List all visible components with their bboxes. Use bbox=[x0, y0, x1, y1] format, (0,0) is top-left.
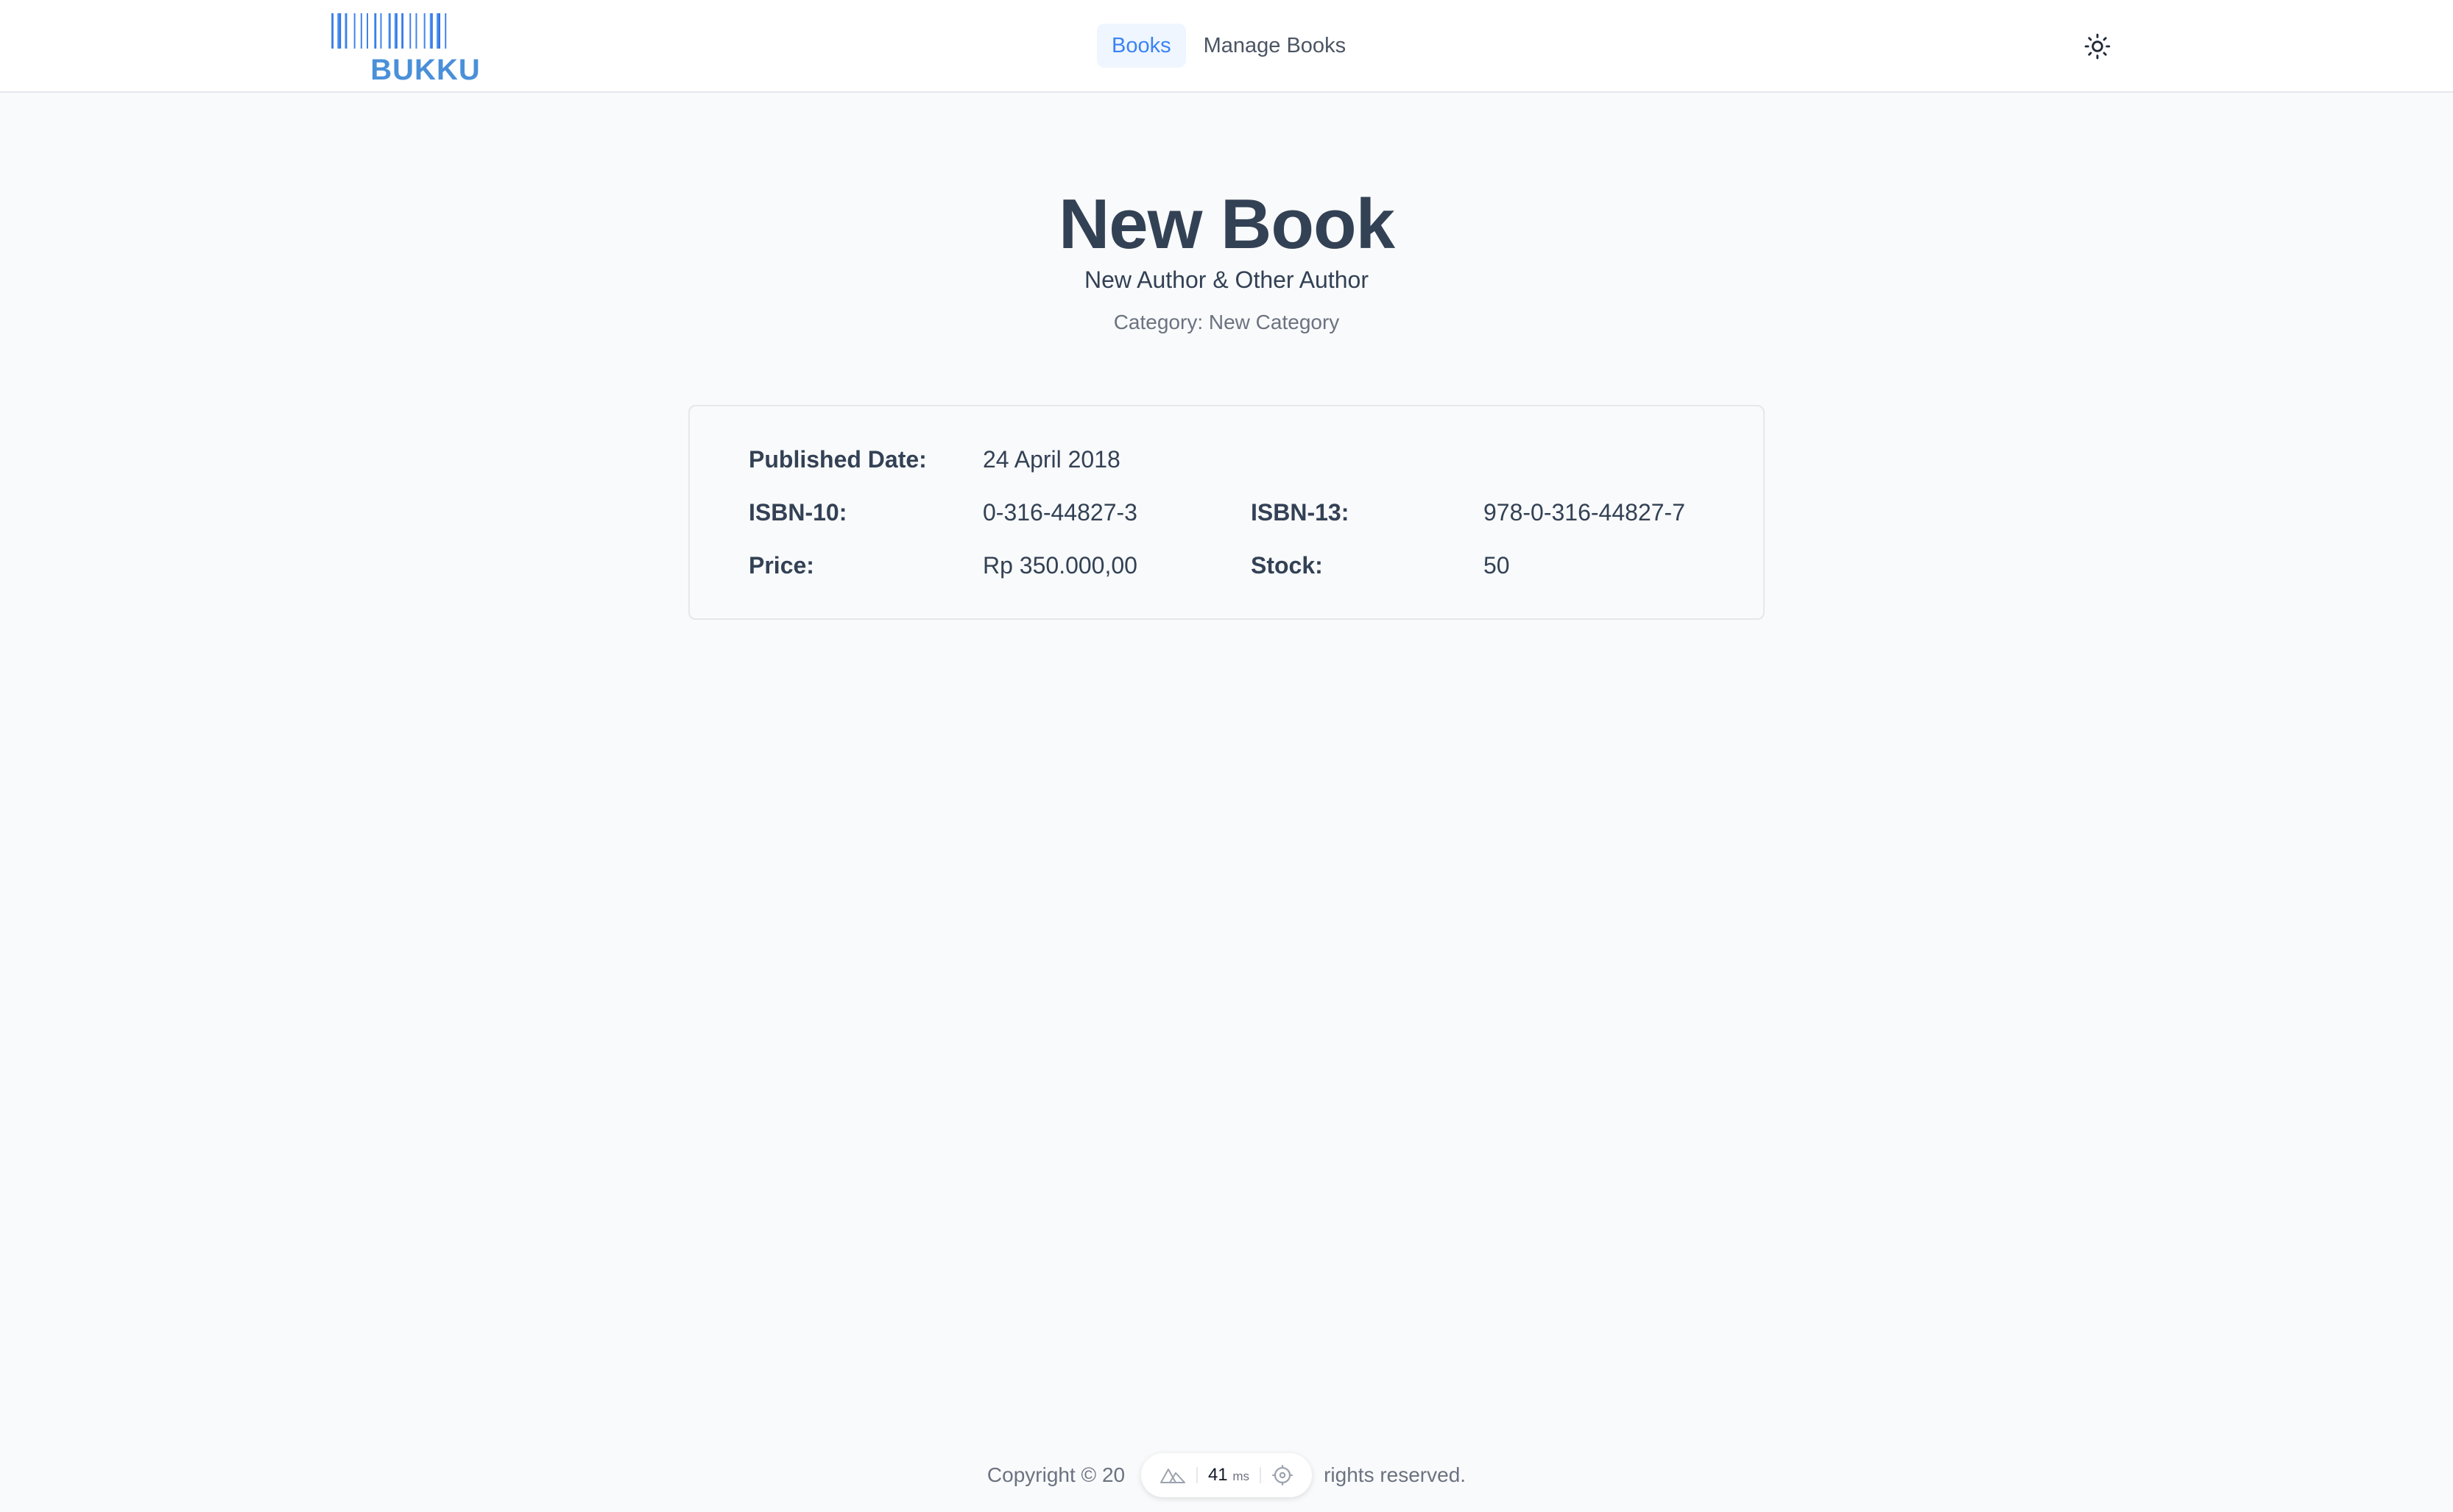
nav-link-books[interactable]: Books bbox=[1097, 24, 1186, 68]
barcode-bar bbox=[429, 13, 433, 49]
brand-name: BUKKU bbox=[370, 54, 480, 84]
price-value: Rp 350.000,00 bbox=[983, 552, 1137, 579]
book-details-card: Published Date: 24 April 2018 ISBN-10: 0… bbox=[688, 405, 1765, 620]
dev-toolbar-divider bbox=[1259, 1467, 1261, 1483]
stock-value: 50 bbox=[1483, 552, 1510, 579]
detail-row-isbn: ISBN-10: 0-316-44827-3 ISBN-13: 978-0-31… bbox=[690, 496, 1763, 529]
crosshair-icon[interactable] bbox=[1271, 1464, 1293, 1486]
barcode-bar bbox=[409, 13, 412, 49]
barcode-bar bbox=[331, 13, 333, 49]
barcode-bar bbox=[394, 13, 398, 49]
book-header: New Book New Author & Other Author Categ… bbox=[0, 184, 2453, 336]
sun-icon bbox=[2084, 33, 2111, 60]
barcode-bar bbox=[415, 13, 417, 49]
published-date-label: Published Date: bbox=[749, 446, 927, 473]
barcode-bar bbox=[401, 13, 403, 49]
detail-row-published: Published Date: 24 April 2018 bbox=[690, 443, 1763, 476]
footer-copyright-end: rights reserved. bbox=[1324, 1463, 1466, 1486]
theme-toggle-button[interactable] bbox=[2080, 29, 2114, 63]
stock-label: Stock: bbox=[1251, 552, 1323, 579]
barcode-bar bbox=[367, 13, 368, 49]
nav-link-manage-books[interactable]: Manage Books bbox=[1189, 24, 1360, 68]
main-nav: Books Manage Books bbox=[1097, 24, 1360, 68]
detail-row-price-stock: Price: Rp 350.000,00 Stock: 50 bbox=[690, 549, 1763, 582]
published-date-value: 24 April 2018 bbox=[983, 446, 1120, 473]
isbn10-value: 0-316-44827-3 bbox=[983, 499, 1137, 526]
barcode-bar bbox=[345, 13, 347, 49]
footer-copyright-start: Copyright © 20 bbox=[987, 1463, 1126, 1486]
barcode-logo-icon: BUKKU bbox=[331, 13, 480, 86]
barcode-bar bbox=[380, 13, 382, 49]
barcode-bar bbox=[374, 13, 377, 49]
barcode-bar bbox=[445, 13, 447, 49]
render-time: 41 ms bbox=[1207, 1465, 1249, 1485]
dev-toolbar-divider bbox=[1196, 1467, 1198, 1483]
isbn13-label: ISBN-13: bbox=[1251, 499, 1349, 526]
book-category: Category: New Category bbox=[1113, 311, 1340, 333]
book-authors: New Author & Other Author bbox=[1084, 266, 1369, 293]
barcode-bar bbox=[423, 13, 426, 49]
bukku-logo[interactable]: BUKKU bbox=[330, 10, 521, 86]
price-label: Price: bbox=[749, 552, 814, 579]
isbn13-value: 978-0-316-44827-7 bbox=[1483, 499, 1685, 526]
dev-toolbar[interactable]: 41 ms bbox=[1141, 1453, 1312, 1497]
barcode-bar bbox=[337, 13, 342, 49]
top-navbar: BUKKU Books Manage Books bbox=[0, 0, 2453, 93]
barcode-bar bbox=[437, 13, 440, 49]
barcode-bar bbox=[360, 13, 362, 49]
barcode-bar bbox=[388, 13, 391, 49]
book-title: New Book bbox=[1058, 185, 1395, 264]
isbn10-label: ISBN-10: bbox=[749, 499, 847, 526]
barcode-bar bbox=[353, 13, 356, 49]
nuxt-logo-icon[interactable] bbox=[1160, 1466, 1186, 1484]
